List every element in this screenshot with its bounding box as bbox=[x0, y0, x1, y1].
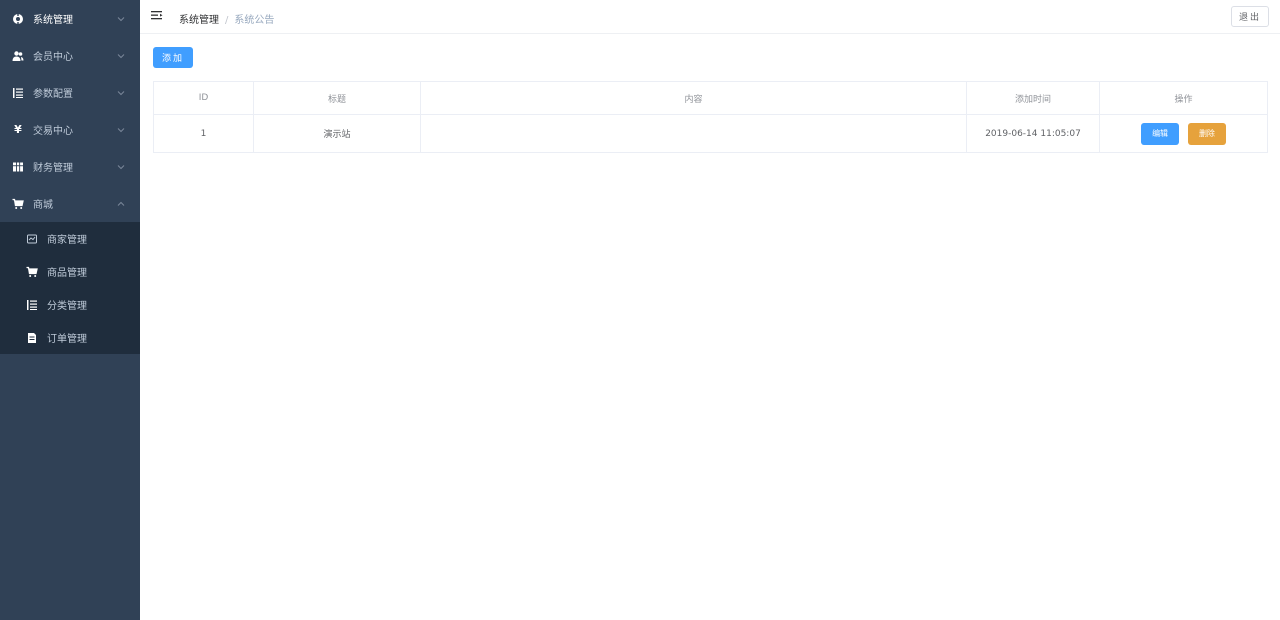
cell-id: 1 bbox=[153, 114, 254, 153]
list-icon bbox=[26, 299, 38, 311]
sidebar-item-label: 交易中心 bbox=[33, 126, 73, 137]
breadcrumb-parent[interactable]: 系统管理 bbox=[179, 15, 219, 26]
chevron-up-icon bbox=[117, 201, 125, 206]
shop-submenu: 商家管理 商品管理 分类管理 订单管理 bbox=[0, 222, 140, 354]
sidebar-item-label: 参数配置 bbox=[33, 89, 73, 100]
breadcrumb-current: 系统公告 bbox=[234, 15, 275, 26]
submenu-item-label: 商家管理 bbox=[47, 235, 87, 246]
edit-button[interactable]: 编辑 bbox=[1141, 122, 1180, 145]
chevron-down-icon bbox=[117, 164, 125, 169]
add-button[interactable]: 添加 bbox=[153, 47, 193, 68]
submenu-item-categories[interactable]: 分类管理 bbox=[0, 288, 140, 321]
list-icon bbox=[12, 87, 24, 99]
grid-icon bbox=[12, 161, 24, 173]
breadcrumb-separator: / bbox=[225, 15, 229, 26]
cell-actions: 编辑 删除 bbox=[1099, 114, 1268, 153]
cell-added-time: 2019-06-14 11:05:07 bbox=[966, 114, 1100, 153]
chevron-down-icon bbox=[117, 53, 125, 58]
column-header-id: ID bbox=[153, 81, 254, 115]
sidebar: 系统管理 会员中心 参数配置 ¥ 交易中心 财务管理 商城 商家管理 商品管理 … bbox=[0, 0, 140, 620]
sidebar-item-label: 系统管理 bbox=[33, 15, 73, 26]
breadcrumb: 系统管理 / 系统公告 bbox=[179, 11, 274, 26]
column-header-title: 标题 bbox=[253, 81, 421, 115]
chevron-down-icon bbox=[117, 127, 125, 132]
cell-title: 演示站 bbox=[253, 114, 421, 153]
sidebar-item-trade[interactable]: ¥ 交易中心 bbox=[0, 111, 140, 148]
cell-content bbox=[420, 114, 967, 153]
sidebar-item-label: 会员中心 bbox=[33, 52, 73, 63]
column-header-added-time: 添加时间 bbox=[966, 81, 1100, 115]
order-icon bbox=[26, 332, 38, 344]
shop-icon bbox=[26, 233, 38, 245]
submenu-item-label: 订单管理 bbox=[47, 334, 87, 345]
submenu-item-merchants[interactable]: 商家管理 bbox=[0, 222, 140, 255]
menu-toggle-icon[interactable] bbox=[151, 10, 163, 22]
table-row: 1 演示站 2019-06-14 11:05:07 编辑 删除 bbox=[153, 114, 1268, 153]
logout-button[interactable]: 退出 bbox=[1231, 6, 1269, 27]
chevron-down-icon bbox=[117, 90, 125, 95]
sidebar-item-members[interactable]: 会员中心 bbox=[0, 37, 140, 74]
sidebar-item-label: 财务管理 bbox=[33, 163, 73, 174]
submenu-item-label: 商品管理 bbox=[47, 268, 87, 279]
column-header-actions: 操作 bbox=[1099, 81, 1268, 115]
users-icon bbox=[12, 50, 24, 62]
sidebar-item-finance[interactable]: 财务管理 bbox=[0, 148, 140, 185]
top-header: 系统管理 / 系统公告 退出 bbox=[140, 0, 1280, 34]
sidebar-item-shop[interactable]: 商城 bbox=[0, 185, 140, 222]
submenu-item-products[interactable]: 商品管理 bbox=[0, 255, 140, 288]
table-header-row: ID 标题 内容 添加时间 操作 bbox=[153, 81, 1268, 115]
cart-icon bbox=[12, 198, 24, 210]
yen-icon: ¥ bbox=[14, 123, 22, 136]
gear-circle-icon bbox=[12, 12, 24, 25]
submenu-item-label: 分类管理 bbox=[47, 301, 87, 312]
sidebar-item-system[interactable]: 系统管理 bbox=[0, 0, 140, 37]
announcement-table: ID 标题 内容 添加时间 操作 1 演示站 2019-06-14 11:05:… bbox=[153, 81, 1268, 153]
cart-icon bbox=[26, 266, 38, 278]
sidebar-item-params[interactable]: 参数配置 bbox=[0, 74, 140, 111]
delete-button[interactable]: 删除 bbox=[1187, 122, 1226, 145]
chevron-down-icon bbox=[117, 16, 125, 21]
submenu-item-orders[interactable]: 订单管理 bbox=[0, 321, 140, 354]
sidebar-item-label: 商城 bbox=[33, 200, 53, 211]
column-header-content: 内容 bbox=[420, 81, 967, 115]
